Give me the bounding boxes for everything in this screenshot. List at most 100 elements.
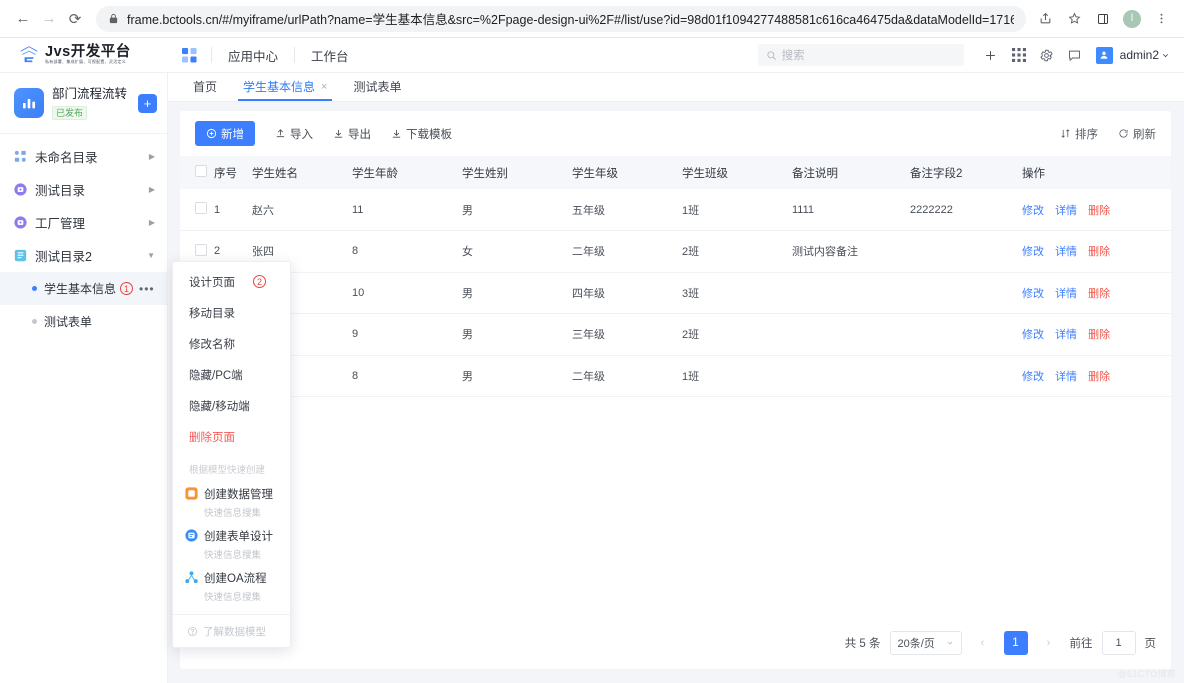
page-size-select[interactable]: 20条/页: [890, 631, 962, 655]
edit-link[interactable]: 修改: [1022, 371, 1044, 383]
prev-page-button[interactable]: ‹: [971, 631, 995, 655]
ctx-create-data-manage[interactable]: 创建数据管理 快速信息搜集: [173, 482, 290, 524]
sort-button[interactable]: 排序: [1060, 121, 1098, 146]
ctx-design-page[interactable]: 设计页面 2: [173, 266, 290, 297]
detail-link[interactable]: 详情: [1055, 371, 1077, 383]
chevron-down-icon[interactable]: ▼: [147, 251, 155, 260]
avatar[interactable]: [1096, 47, 1113, 64]
cell-class: 1班: [682, 355, 792, 397]
delete-link[interactable]: 删除: [1088, 246, 1110, 258]
table-row[interactable]: 2 张四 8 女 二年级 2班 测试内容备注 修改 详情 删除: [180, 231, 1171, 273]
ctx-hide-pc[interactable]: 隐藏/PC端: [173, 359, 290, 390]
sidebar-item-unnamed-dir[interactable]: 未命名目录 ▶: [0, 140, 167, 173]
goto-page-input[interactable]: 1: [1102, 631, 1136, 655]
ctx-rich-sub: 快速信息搜集: [204, 550, 261, 561]
cell-note: [792, 272, 910, 314]
address-bar-url: frame.bctools.cn/#/myiframe/urlPath?name…: [127, 9, 1014, 28]
ctx-move-directory[interactable]: 移动目录: [173, 297, 290, 328]
page-context-menu: 设计页面 2 移动目录 修改名称 隐藏/PC端 隐藏/移动端 删除页面 根据模型…: [172, 261, 291, 648]
refresh-button[interactable]: 刷新: [1118, 121, 1156, 146]
global-search-input[interactable]: 搜索: [758, 44, 964, 66]
nav-app-center[interactable]: 应用中心: [226, 46, 280, 65]
page-number-1[interactable]: 1: [1004, 631, 1028, 655]
close-icon[interactable]: ×: [321, 81, 327, 93]
apps-squares-icon[interactable]: [182, 48, 197, 63]
ctx-create-form-design[interactable]: 创建表单设计 快速信息搜集: [173, 524, 290, 566]
delete-link[interactable]: 删除: [1088, 371, 1110, 383]
select-all-header[interactable]: [180, 156, 214, 189]
more-actions-icon[interactable]: •••: [139, 282, 155, 296]
address-bar[interactable]: frame.bctools.cn/#/myiframe/urlPath?name…: [96, 6, 1026, 32]
delete-link[interactable]: 删除: [1088, 329, 1110, 341]
cell-age: 8: [352, 355, 462, 397]
ctx-rich-title: 创建数据管理: [204, 489, 273, 501]
table-row[interactable]: 3 10 男 四年级 3班 修改 详情 删除: [180, 272, 1171, 314]
ctx-create-oa-flow[interactable]: 创建OA流程 快速信息搜集: [173, 566, 290, 608]
table-row[interactable]: 5 8 男 二年级 1班 修改 详情 删除: [180, 355, 1171, 397]
side-panel-icon[interactable]: [1090, 6, 1116, 32]
apps-grid-icon[interactable]: [1006, 42, 1032, 68]
user-menu[interactable]: admin2: [1120, 48, 1170, 62]
tab-test-form[interactable]: 测试表单: [340, 78, 414, 101]
table-row[interactable]: 4 9 男 三年级 2班 修改 详情 删除: [180, 314, 1171, 356]
cell-note: [792, 314, 910, 356]
sidebar-item-test-dir-2[interactable]: 测试目录2 ▼: [0, 239, 167, 272]
row-select-cell[interactable]: [180, 189, 214, 231]
edit-link[interactable]: 修改: [1022, 246, 1044, 258]
sidebar-item-student-basic-info[interactable]: 学生基本信息 1 •••: [0, 272, 167, 305]
chevron-right-icon[interactable]: ▶: [149, 152, 155, 161]
nav-workbench[interactable]: 工作台: [309, 46, 351, 65]
share-icon[interactable]: [1032, 6, 1058, 32]
cell-grade: 二年级: [572, 231, 682, 273]
export-button[interactable]: 导出: [333, 121, 371, 146]
folder-nodes-icon: [14, 150, 27, 163]
bookmark-star-icon[interactable]: [1061, 6, 1087, 32]
tab-label: 学生基本信息: [243, 78, 315, 95]
edit-link[interactable]: 修改: [1022, 288, 1044, 300]
sidebar-item-test-dir[interactable]: 测试目录 ▶: [0, 173, 167, 206]
sidebar-item-factory-mgmt[interactable]: 工厂管理 ▶: [0, 206, 167, 239]
delete-link[interactable]: 删除: [1088, 205, 1110, 217]
ctx-hide-mobile[interactable]: 隐藏/移动端: [173, 390, 290, 421]
ctx-delete-page[interactable]: 删除页面: [173, 421, 290, 452]
detail-link[interactable]: 详情: [1055, 329, 1077, 341]
detail-link[interactable]: 详情: [1055, 288, 1077, 300]
browser-forward-button[interactable]: →: [36, 6, 62, 32]
profile-avatar[interactable]: l: [1119, 6, 1145, 32]
import-button[interactable]: 导入: [275, 121, 313, 146]
chevron-right-icon[interactable]: ▶: [149, 218, 155, 227]
detail-link[interactable]: 详情: [1055, 246, 1077, 258]
browser-menu-icon[interactable]: [1148, 6, 1174, 32]
chevron-down-icon: [946, 639, 954, 647]
next-page-button[interactable]: ›: [1037, 631, 1061, 655]
row-checkbox[interactable]: [195, 244, 207, 256]
download-template-button[interactable]: 下载模板: [391, 121, 452, 146]
row-checkbox[interactable]: [195, 202, 207, 214]
edit-link[interactable]: 修改: [1022, 205, 1044, 217]
browser-back-button[interactable]: ←: [10, 6, 36, 32]
ctx-rename[interactable]: 修改名称: [173, 328, 290, 359]
edit-link[interactable]: 修改: [1022, 329, 1044, 341]
table-row[interactable]: 1 赵六 11 男 五年级 1班 1111 2222222 修改 详情 删除: [180, 189, 1171, 231]
project-name: 部门流程流转: [52, 87, 127, 101]
ctx-learn-data-model[interactable]: 了解数据模型: [173, 614, 290, 645]
gear-icon[interactable]: [1034, 42, 1060, 68]
delete-link[interactable]: 删除: [1088, 288, 1110, 300]
browser-reload-button[interactable]: ⟳: [62, 6, 88, 32]
plus-icon[interactable]: [978, 42, 1004, 68]
step-badge-2: 2: [253, 275, 266, 288]
detail-link[interactable]: 详情: [1055, 205, 1077, 217]
export-button-label: 导出: [348, 126, 371, 142]
select-all-checkbox[interactable]: [195, 165, 207, 177]
app-logo[interactable]: Jvs开发平台 私有部署、集成扩展、可视配置、灵活定义: [0, 44, 168, 66]
tab-student-basic-info[interactable]: 学生基本信息 ×: [230, 78, 340, 101]
browser-toolbar: ← → ⟳ frame.bctools.cn/#/myiframe/urlPat…: [0, 0, 1184, 38]
sidebar-item-test-form[interactable]: 测试表单: [0, 305, 167, 338]
goto-label: 前往: [1070, 635, 1093, 651]
add-button[interactable]: 新增: [195, 121, 255, 146]
chevron-right-icon[interactable]: ▶: [149, 185, 155, 194]
tab-home[interactable]: 首页: [180, 78, 230, 101]
message-icon[interactable]: [1062, 42, 1088, 68]
column-header-grade: 学生年级: [572, 156, 682, 189]
add-page-button[interactable]: +: [138, 94, 157, 113]
